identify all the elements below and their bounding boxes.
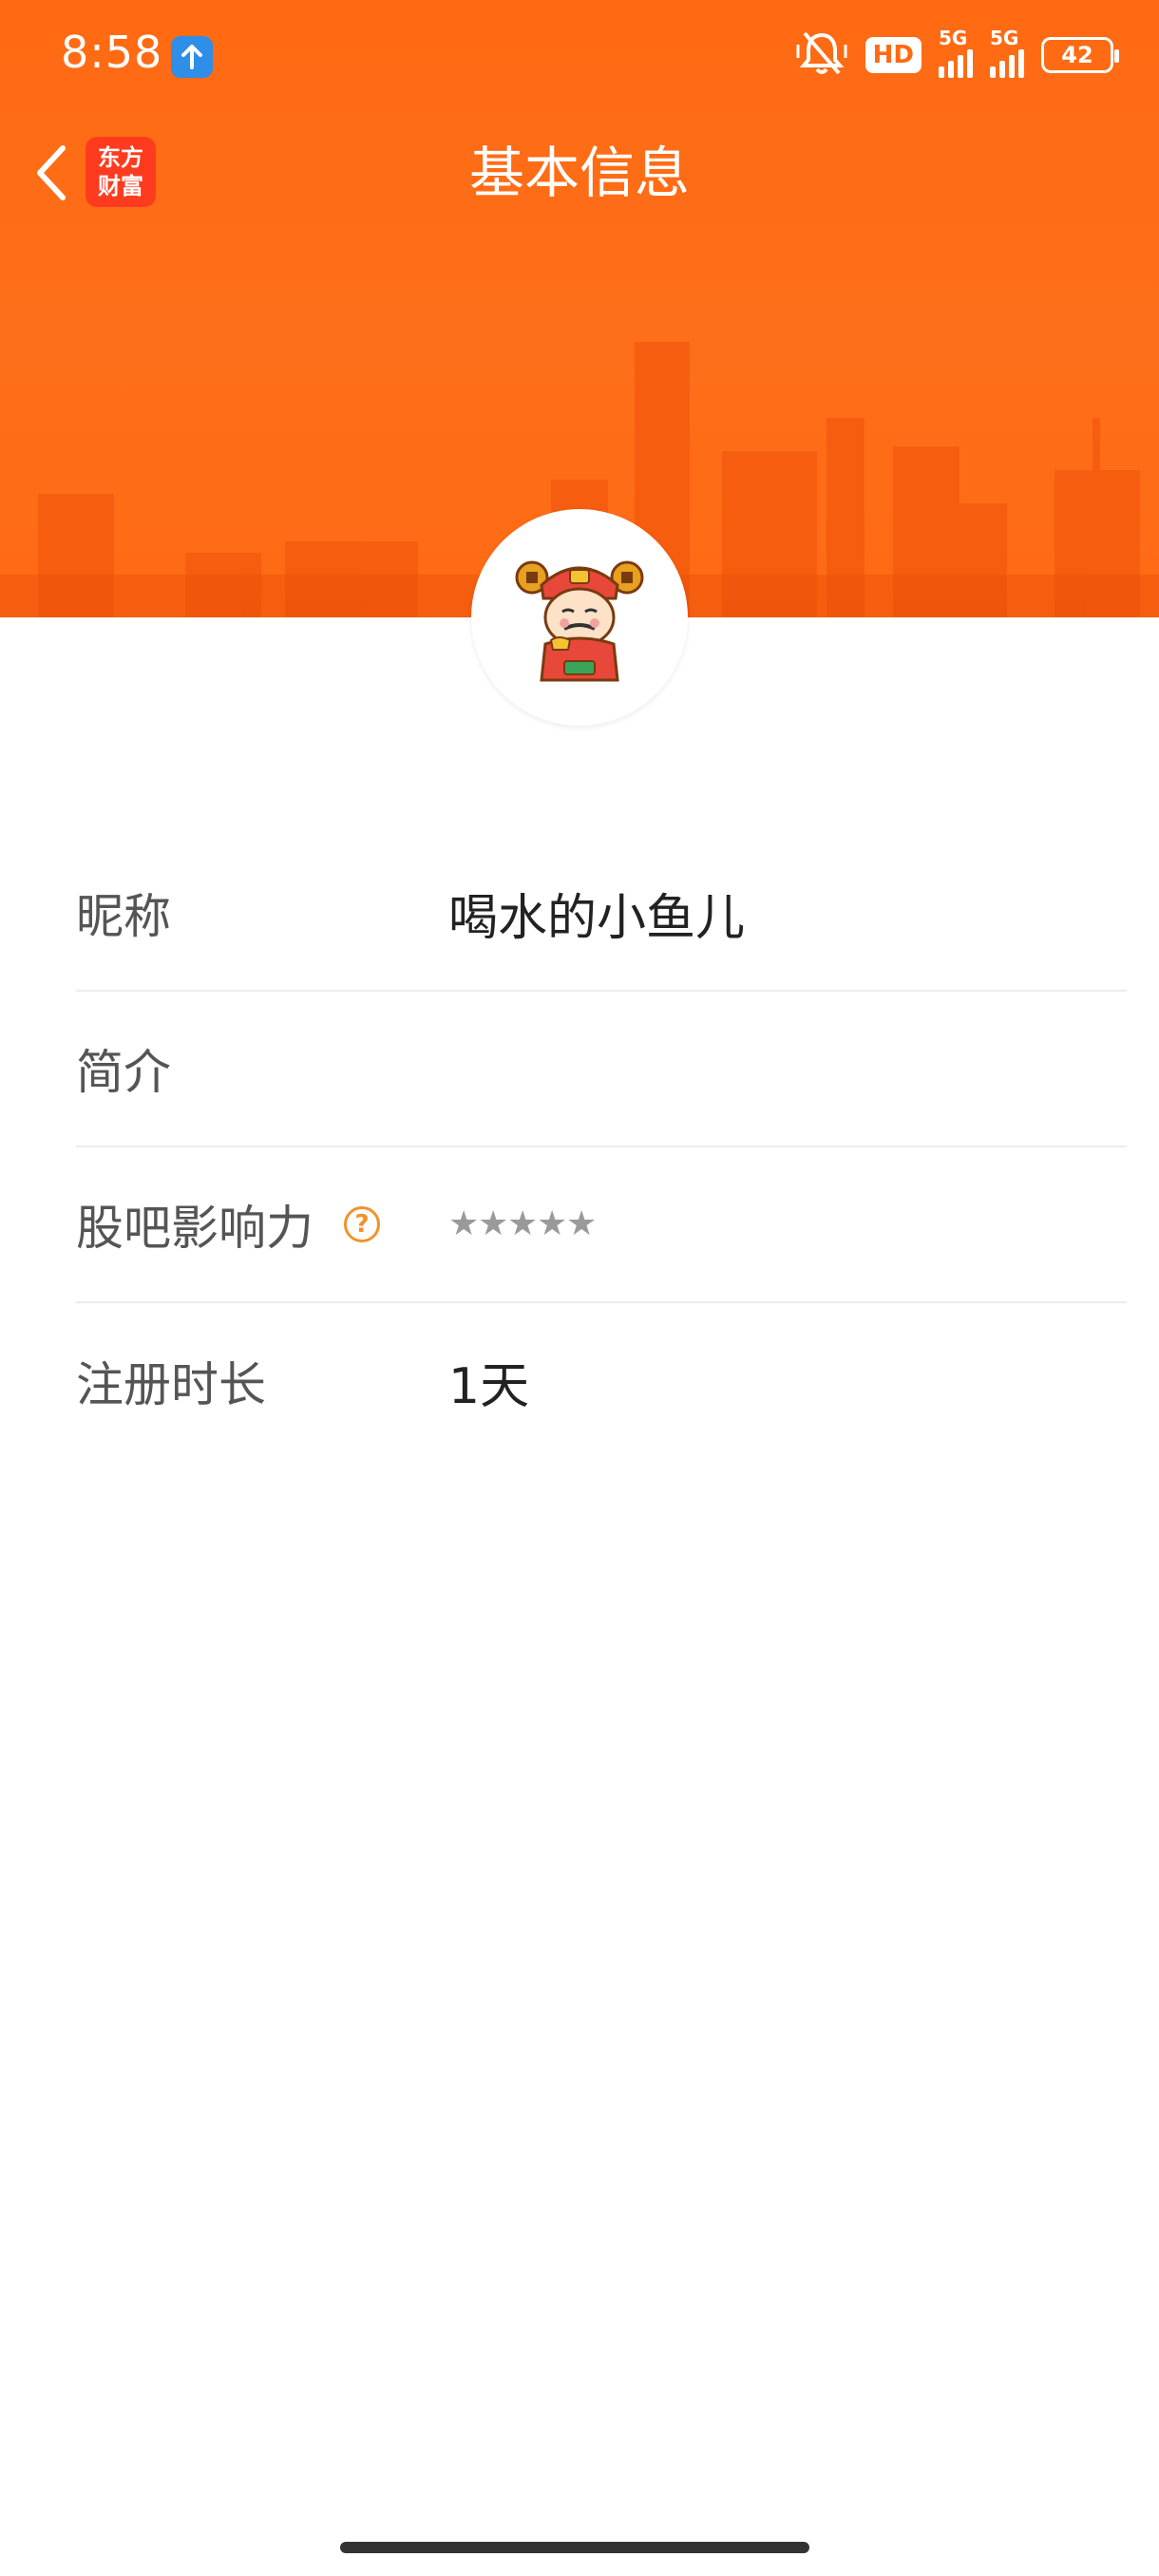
status-icons: HD 5G 5G 42	[795, 27, 1119, 82]
star-icon: ★	[448, 1204, 480, 1243]
info-list: 昵称 喝水的小鱼儿 简介 股吧影响力 ? ★ ★ ★ ★ ★ 注册时长 1天	[76, 836, 1127, 1459]
battery-level: 42	[1061, 42, 1093, 68]
home-indicator[interactable]	[340, 2542, 809, 2553]
nickname-row[interactable]: 昵称 喝水的小鱼儿	[76, 836, 1127, 992]
influence-stars: ★ ★ ★ ★ ★	[448, 1204, 598, 1243]
star-icon: ★	[478, 1204, 509, 1243]
help-icon[interactable]: ?	[344, 1206, 380, 1242]
register-value: 1天	[448, 1357, 530, 1415]
intro-row[interactable]: 简介	[76, 992, 1127, 1147]
star-icon: ★	[566, 1204, 598, 1243]
influence-label: 股吧影响力	[76, 1201, 314, 1256]
influence-label-wrap: 股吧影响力 ?	[76, 1190, 448, 1259]
hd-badge: HD	[864, 37, 922, 73]
nickname-label: 昵称	[76, 889, 171, 944]
signal-1-icon: 5G	[939, 27, 973, 78]
god-of-wealth-avatar-icon	[515, 560, 644, 682]
battery-icon: 42	[1041, 37, 1119, 73]
register-row: 注册时长 1天	[76, 1303, 1127, 1459]
nickname-value: 喝水的小鱼儿	[448, 889, 746, 947]
mute-bell-icon	[795, 29, 848, 81]
star-icon: ★	[507, 1204, 539, 1243]
upload-arrow-icon	[171, 36, 213, 78]
star-icon: ★	[537, 1204, 568, 1243]
avatar[interactable]	[471, 509, 688, 726]
intro-label: 简介	[76, 1045, 171, 1100]
influence-row: 股吧影响力 ? ★ ★ ★ ★ ★	[76, 1147, 1127, 1303]
status-bar: 8:58 HD 5G 5G 42	[0, 0, 1159, 112]
register-label: 注册时长	[76, 1357, 266, 1412]
page-title: 基本信息	[468, 141, 690, 205]
signal-2-icon: 5G	[990, 27, 1024, 78]
status-time: 8:58	[61, 27, 163, 78]
